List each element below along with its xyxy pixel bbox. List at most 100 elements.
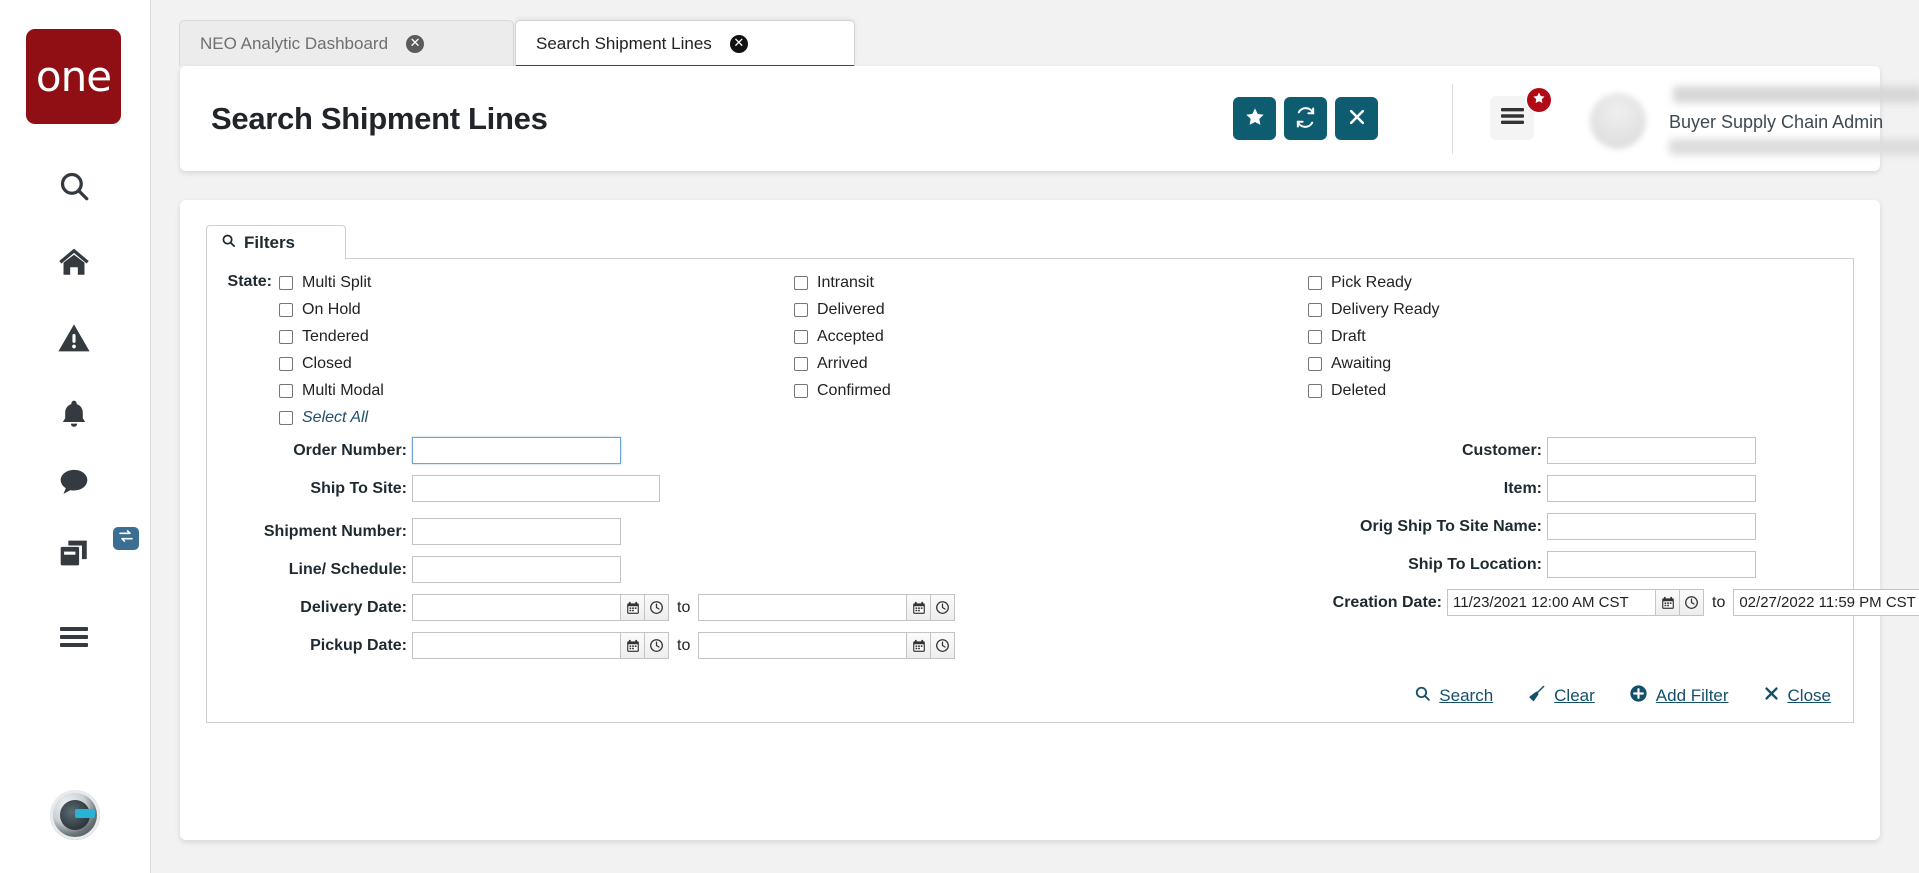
checkbox-tendered[interactable]: Tendered bbox=[279, 323, 384, 350]
sidebar-item-issues[interactable] bbox=[50, 314, 98, 362]
field-label: Line/ Schedule: bbox=[207, 561, 407, 579]
checkbox-box[interactable] bbox=[279, 276, 293, 290]
checkbox-draft[interactable]: Draft bbox=[1308, 323, 1439, 350]
refresh-icon bbox=[1294, 106, 1317, 132]
ai-assistant-avatar[interactable] bbox=[50, 790, 100, 840]
field-pickup-date: Pickup Date: to bbox=[207, 632, 955, 659]
field-delivery-date: Delivery Date: to bbox=[207, 594, 955, 621]
windows-icon bbox=[57, 537, 91, 571]
checkbox-delivered[interactable]: Delivered bbox=[794, 296, 891, 323]
avatar[interactable] bbox=[1590, 93, 1646, 149]
tab-filters[interactable]: Filters bbox=[206, 225, 346, 259]
sidebar-item-search[interactable] bbox=[50, 162, 98, 210]
checkbox-confirmed[interactable]: Confirmed bbox=[794, 377, 891, 404]
checkbox-box[interactable] bbox=[279, 357, 293, 371]
checkbox-box[interactable] bbox=[794, 303, 808, 317]
checkbox-box[interactable] bbox=[794, 330, 808, 344]
close-action[interactable]: Close bbox=[1763, 685, 1831, 707]
state-column-3: Pick Ready Delivery Ready Draft Awaiting… bbox=[1308, 269, 1439, 404]
search-action[interactable]: Search bbox=[1414, 685, 1493, 707]
checkbox-arrived[interactable]: Arrived bbox=[794, 350, 891, 377]
checkbox-intransit[interactable]: Intransit bbox=[794, 269, 891, 296]
clock-icon-button[interactable] bbox=[931, 594, 955, 621]
header-menu-badge[interactable] bbox=[1525, 86, 1553, 114]
checkbox-deleted[interactable]: Deleted bbox=[1308, 377, 1439, 404]
field-orig-ship-to-site-name: Orig Ship To Site Name: bbox=[1087, 513, 1756, 540]
checkbox-box[interactable] bbox=[794, 357, 808, 371]
field-label: Item: bbox=[1087, 480, 1542, 498]
tab-neo-analytic-dashboard[interactable]: NEO Analytic Dashboard ✕ bbox=[179, 20, 514, 66]
pickup-date-to-input[interactable] bbox=[698, 632, 907, 659]
calendar-icon-button[interactable] bbox=[907, 632, 931, 659]
clear-action[interactable]: Clear bbox=[1527, 684, 1595, 708]
clock-icon-button[interactable] bbox=[645, 594, 669, 621]
star-icon bbox=[1244, 106, 1266, 131]
sidebar-item-notifications[interactable] bbox=[50, 390, 98, 438]
ship-to-site-input[interactable] bbox=[412, 475, 660, 502]
pickup-date-from-input[interactable] bbox=[412, 632, 621, 659]
checkbox-box[interactable] bbox=[794, 276, 808, 290]
tab-close-icon[interactable]: ✕ bbox=[730, 35, 748, 53]
field-label: Pickup Date: bbox=[207, 637, 407, 655]
checkbox-box[interactable] bbox=[1308, 384, 1322, 398]
page-title: Search Shipment Lines bbox=[211, 101, 548, 137]
refresh-button[interactable] bbox=[1284, 97, 1327, 140]
orig-ship-to-site-name-input[interactable] bbox=[1547, 513, 1756, 540]
checkbox-box[interactable] bbox=[1308, 303, 1322, 317]
one-logo[interactable]: one bbox=[26, 29, 121, 124]
checkbox-box[interactable] bbox=[279, 384, 293, 398]
checkbox-box[interactable] bbox=[1308, 330, 1322, 344]
checkbox-box[interactable] bbox=[1308, 276, 1322, 290]
line-schedule-input[interactable] bbox=[412, 556, 621, 583]
checkbox-select-all[interactable]: Select All bbox=[279, 404, 384, 431]
checkbox-on-hold[interactable]: On Hold bbox=[279, 296, 384, 323]
creation-date-from-input[interactable] bbox=[1447, 589, 1656, 616]
calendar-icon-button[interactable] bbox=[907, 594, 931, 621]
calendar-icon-button[interactable] bbox=[1656, 589, 1680, 616]
clock-icon-button[interactable] bbox=[1680, 589, 1704, 616]
checkbox-box[interactable] bbox=[279, 303, 293, 317]
tab-search-shipment-lines[interactable]: Search Shipment Lines ✕ bbox=[515, 20, 855, 66]
customer-input[interactable] bbox=[1547, 437, 1756, 464]
calendar-icon-button[interactable] bbox=[621, 594, 645, 621]
creation-date-to-input[interactable] bbox=[1733, 589, 1919, 616]
sidebar-item-workspaces[interactable] bbox=[50, 530, 98, 578]
field-order-number: Order Number: bbox=[207, 437, 621, 464]
checkbox-delivery-ready[interactable]: Delivery Ready bbox=[1308, 296, 1439, 323]
field-label: Customer: bbox=[1087, 442, 1542, 460]
clock-icon-button[interactable] bbox=[931, 632, 955, 659]
checkbox-box[interactable] bbox=[279, 411, 293, 425]
checkbox-box[interactable] bbox=[1308, 357, 1322, 371]
pickup-date-from bbox=[412, 632, 669, 659]
sidebar-item-menu[interactable] bbox=[50, 613, 98, 661]
clock-icon-button[interactable] bbox=[645, 632, 669, 659]
checkbox-multi-modal[interactable]: Multi Modal bbox=[279, 377, 384, 404]
swap-badge-button[interactable] bbox=[113, 527, 139, 550]
delivery-date-from-input[interactable] bbox=[412, 594, 621, 621]
add-filter-action[interactable]: Add Filter bbox=[1629, 684, 1729, 708]
chat-icon bbox=[57, 465, 91, 499]
page-header: Search Shipment Lines bbox=[180, 66, 1880, 171]
sidebar-item-messages[interactable] bbox=[50, 458, 98, 506]
item-input[interactable] bbox=[1547, 475, 1756, 502]
checkbox-label: Multi Split bbox=[302, 274, 371, 292]
checkbox-closed[interactable]: Closed bbox=[279, 350, 384, 377]
delivery-date-to-input[interactable] bbox=[698, 594, 907, 621]
checkbox-awaiting[interactable]: Awaiting bbox=[1308, 350, 1439, 377]
shipment-number-input[interactable] bbox=[412, 518, 621, 545]
tab-close-icon[interactable]: ✕ bbox=[406, 35, 424, 53]
sidebar-item-home[interactable] bbox=[50, 238, 98, 286]
calendar-icon-button[interactable] bbox=[621, 632, 645, 659]
checkbox-multi-split[interactable]: Multi Split bbox=[279, 269, 384, 296]
checkbox-box[interactable] bbox=[794, 384, 808, 398]
checkbox-label: Draft bbox=[1331, 328, 1366, 346]
checkbox-box[interactable] bbox=[279, 330, 293, 344]
creation-date-to bbox=[1733, 589, 1919, 616]
order-number-input[interactable] bbox=[412, 437, 621, 464]
hamburger-icon bbox=[58, 624, 90, 650]
checkbox-accepted[interactable]: Accepted bbox=[794, 323, 891, 350]
ship-to-location-input[interactable] bbox=[1547, 551, 1756, 578]
close-page-button[interactable] bbox=[1335, 97, 1378, 140]
checkbox-pick-ready[interactable]: Pick Ready bbox=[1308, 269, 1439, 296]
favorite-button[interactable] bbox=[1233, 97, 1276, 140]
